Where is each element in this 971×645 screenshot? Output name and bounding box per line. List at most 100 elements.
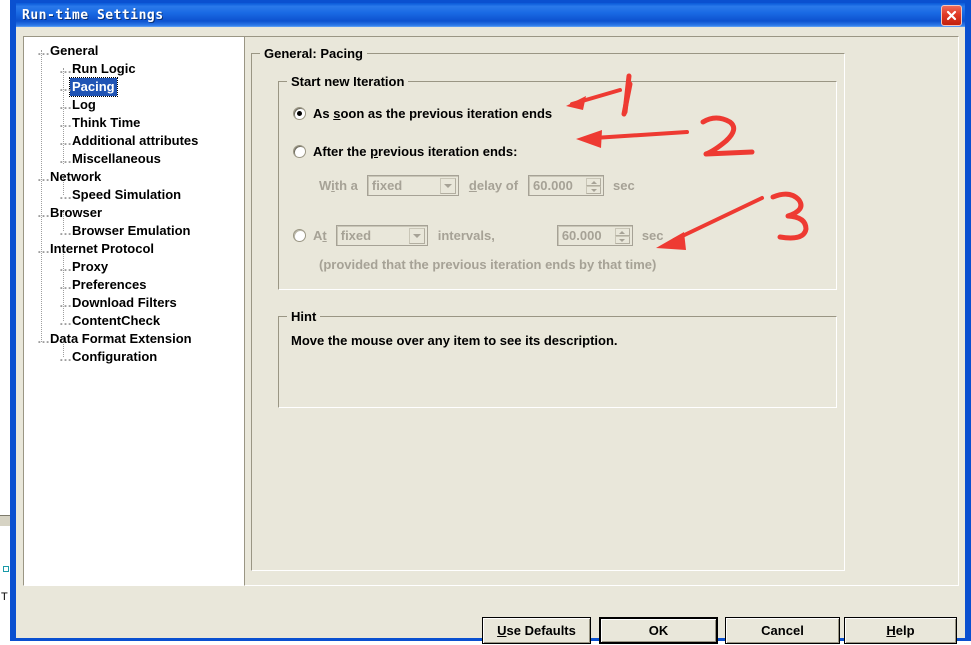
- tree-item-label: Network: [50, 169, 102, 184]
- window-title: Run-time Settings: [22, 7, 164, 23]
- ok-button[interactable]: OK: [599, 617, 718, 644]
- start-new-iteration-group: Start new Iteration As soon as the previ…: [278, 74, 837, 290]
- interval-value-spinner[interactable]: 60.000: [556, 225, 633, 246]
- background-left-marker: [3, 566, 9, 572]
- tree-item-label: Miscellaneous: [72, 151, 161, 166]
- chevron-down-icon[interactable]: [439, 178, 456, 194]
- settings-content-pane: General: Pacing Start new Iteration As s…: [244, 36, 959, 586]
- tree-item-general[interactable]: … General: [24, 42, 246, 60]
- interval-type-combo-value: fixed: [340, 228, 372, 243]
- tree-item-label: Download Filters: [72, 295, 177, 310]
- start-new-iteration-title: Start new Iteration: [287, 74, 409, 89]
- tree-item-label: Additional attributes: [72, 133, 199, 148]
- spinner-up-icon[interactable]: [614, 228, 630, 236]
- radio-after-previous[interactable]: [293, 145, 306, 158]
- spinner-buttons[interactable]: [614, 228, 630, 244]
- radio-label-as-soon-as: As soon as the previous iteration ends: [313, 106, 553, 121]
- delay-type-combo[interactable]: fixed: [366, 175, 459, 196]
- tree-connector-icon: …: [59, 79, 72, 94]
- chevron-down-icon[interactable]: [408, 228, 425, 244]
- tree-connector-icon: …: [37, 169, 50, 184]
- tree-connector-icon: …: [59, 115, 72, 130]
- tree-item-label: Think Time: [72, 115, 141, 130]
- radio-row-as-soon-as[interactable]: As soon as the previous iteration ends: [293, 106, 552, 121]
- tree-connector-icon: …: [59, 295, 72, 310]
- use-defaults-label: Use Defaults: [497, 623, 576, 638]
- interval-type-combo[interactable]: fixed: [335, 225, 428, 246]
- tree-item-think-time[interactable]: … Think Time: [24, 114, 246, 132]
- page-title: General: Pacing: [260, 46, 367, 61]
- help-label: Help: [886, 623, 915, 638]
- tree-item-label: Run Logic: [72, 61, 136, 76]
- tree-item-run-logic[interactable]: … Run Logic: [24, 60, 246, 78]
- radio-label-at-intervals: At: [313, 228, 327, 243]
- tree-connector-icon: …: [59, 313, 72, 328]
- tree-connector-icon: …: [37, 331, 50, 346]
- tree-item-data-format-extension[interactable]: … Data Format Extension: [24, 330, 246, 348]
- tree-item-contentcheck[interactable]: … ContentCheck: [24, 312, 246, 330]
- tree-connector-icon: …: [37, 205, 50, 220]
- delay-settings-row: With a fixed delay of 60.000 sec: [319, 175, 635, 196]
- tree-item-preferences[interactable]: … Preferences: [24, 276, 246, 294]
- tree-connector-icon: …: [59, 151, 72, 166]
- tree-connector-icon: …: [59, 133, 72, 148]
- ok-label: OK: [648, 623, 669, 638]
- tree-item-log[interactable]: … Log: [24, 96, 246, 114]
- screen: T .. Run-time Settings: [0, 0, 971, 645]
- cancel-label: Cancel: [761, 623, 804, 638]
- cancel-button[interactable]: Cancel: [725, 617, 840, 644]
- tree-item-label: Log: [72, 97, 96, 112]
- delay-unit-label: sec: [613, 178, 635, 193]
- tree-item-label: Preferences: [72, 277, 147, 292]
- interval-value: 60.000: [561, 228, 602, 243]
- radio-row-after-previous[interactable]: After the previous iteration ends:: [293, 144, 517, 159]
- spinner-buttons[interactable]: [586, 178, 602, 194]
- tree-item-proxy[interactable]: … Proxy: [24, 258, 246, 276]
- spinner-down-icon[interactable]: [614, 236, 630, 244]
- intervals-label: intervals,: [437, 228, 495, 243]
- tree-item-label: Pacing: [69, 77, 118, 97]
- interval-note: (provided that the previous iteration en…: [319, 257, 657, 272]
- hint-group-title: Hint: [287, 309, 321, 324]
- tree-item-miscellaneous[interactable]: … Miscellaneous: [24, 150, 246, 168]
- tree-item-internet-protocol[interactable]: … Internet Protocol: [24, 240, 246, 258]
- help-button[interactable]: Help: [844, 617, 957, 644]
- title-bar[interactable]: Run-time Settings: [13, 0, 968, 27]
- tree-connector-icon: …: [59, 349, 72, 364]
- tree-item-configuration[interactable]: … Configuration: [24, 348, 246, 366]
- settings-tree[interactable]: … General … Run Logic … Pacing … Log … T…: [23, 36, 247, 586]
- general-pacing-group: General: Pacing Start new Iteration As s…: [251, 46, 845, 571]
- tree-connector-icon: …: [37, 43, 50, 58]
- spinner-up-icon[interactable]: [586, 178, 602, 186]
- tree-item-additional-attributes[interactable]: … Additional attributes: [24, 132, 246, 150]
- interval-unit-label: sec: [641, 228, 664, 243]
- tree-item-network[interactable]: … Network: [24, 168, 246, 186]
- radio-row-at-intervals[interactable]: At fixed intervals, 60.000 sec: [293, 225, 664, 246]
- tree-item-browser[interactable]: … Browser: [24, 204, 246, 222]
- tree-item-label: ContentCheck: [72, 313, 161, 328]
- radio-at-intervals[interactable]: [293, 229, 306, 242]
- delay-of-label: delay of: [468, 178, 519, 193]
- delay-value: 60.000: [533, 178, 573, 193]
- tree-connector-icon: …: [59, 223, 72, 238]
- tree-item-download-filters[interactable]: … Download Filters: [24, 294, 246, 312]
- spinner-down-icon[interactable]: [586, 186, 602, 194]
- tree-item-label: Internet Protocol: [50, 241, 155, 256]
- tree-connector-icon: …: [59, 277, 72, 292]
- tree-item-label: Configuration: [72, 349, 158, 364]
- delay-value-spinner[interactable]: 60.000: [528, 175, 605, 196]
- tree-item-label: Proxy: [72, 259, 109, 274]
- delay-type-combo-value: fixed: [371, 178, 403, 193]
- tree-item-label: Browser Emulation: [72, 223, 191, 238]
- radio-as-soon-as[interactable]: [293, 107, 306, 120]
- close-icon[interactable]: [941, 5, 962, 26]
- tree-item-speed-simulation[interactable]: … Speed Simulation: [24, 186, 246, 204]
- tree-item-browser-emulation[interactable]: … Browser Emulation: [24, 222, 246, 240]
- tree-connector-icon: …: [59, 259, 72, 274]
- settings-tree-inner: … General … Run Logic … Pacing … Log … T…: [24, 37, 246, 366]
- use-defaults-button[interactable]: Use Defaults: [482, 617, 591, 644]
- hint-text: Move the mouse over any item to see its …: [291, 333, 618, 348]
- tree-item-label: Speed Simulation: [72, 187, 182, 202]
- tree-item-pacing[interactable]: … Pacing: [24, 77, 246, 97]
- tree-connector-icon: …: [59, 97, 72, 112]
